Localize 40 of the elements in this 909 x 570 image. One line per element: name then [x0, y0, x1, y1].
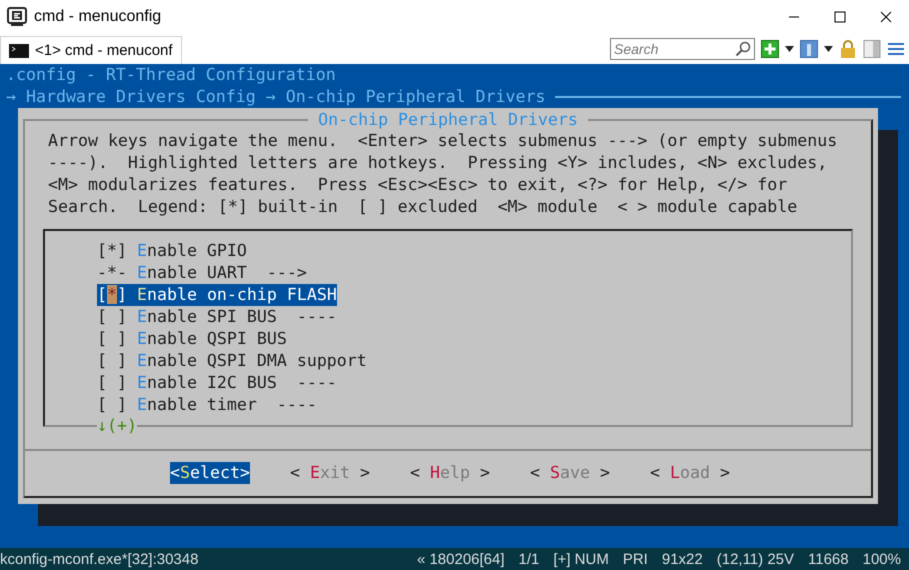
menu-item[interactable]: [ ] Enable QSPI BUS: [97, 328, 287, 350]
dialog-button[interactable]: < Exit >: [290, 462, 370, 484]
help-text: Arrow keys navigate the menu. <Enter> selects submenus ---> (or empty submenus ----). Highlighted letters are hotkeys. Pressing <Y> includes, <N> excludes, <M> modularizes features. Press <Esc><Esc> to exit, <?> for Help, </> for Search. Legend: [*] built-in [ ] excluded <M> module < > module capable: [48, 130, 838, 218]
terminal-tab[interactable]: <1> cmd - menuconf: [0, 36, 182, 64]
status-item: 100%: [862, 550, 901, 568]
menu-item[interactable]: [ ] Enable QSPI DMA support: [97, 350, 367, 372]
status-item: (12,11) 25V: [716, 550, 794, 568]
process-name: kconfig-mconf.exe*[32]:30348: [0, 550, 198, 568]
dialog-button[interactable]: < Load >: [650, 462, 730, 484]
app-icon: [7, 6, 27, 26]
breadcrumb: → Hardware Drivers Config → On-chip Peripheral Drivers: [6, 86, 546, 108]
status-item: [+] NUM: [553, 550, 609, 568]
status-item: « 180206[64]: [416, 550, 505, 568]
status-item: 11668: [808, 550, 849, 568]
menu-item[interactable]: -*- Enable UART --->: [97, 262, 307, 284]
menu-item[interactable]: [*] Enable GPIO: [97, 240, 247, 262]
menu-item[interactable]: [ ] Enable timer ----: [97, 394, 317, 416]
config-title: .config - RT-Thread Configuration: [5, 64, 337, 86]
status-item: 91x22: [662, 550, 703, 568]
console-icon: [9, 44, 29, 58]
lock-icon[interactable]: [839, 40, 857, 58]
status-item: PRI: [622, 550, 648, 568]
menu-item[interactable]: [ ] Enable I2C BUS ----: [97, 372, 337, 394]
add-icon[interactable]: [761, 40, 779, 58]
caret-icon[interactable]: [785, 46, 794, 52]
panel-icon[interactable]: [863, 40, 881, 58]
dialog-button[interactable]: < Save >: [530, 462, 610, 484]
maximize-icon[interactable]: [834, 10, 846, 22]
status-item: 1/1: [518, 550, 540, 568]
window-title: cmd - menuconfig: [34, 8, 162, 26]
menu-item[interactable]: [ ] Enable SPI BUS ----: [97, 306, 337, 328]
search-icon: [735, 40, 751, 56]
dialog-button[interactable]: < Help >: [410, 462, 490, 484]
menu-item[interactable]: [*] Enable on-chip FLASH: [97, 284, 337, 306]
caret-icon[interactable]: [824, 46, 833, 52]
search-field[interactable]: Search: [610, 38, 755, 60]
window-icon[interactable]: [800, 40, 818, 58]
dialog-button[interactable]: <Select>: [170, 462, 250, 484]
dialog-title: On-chip Peripheral Drivers: [308, 109, 588, 131]
close-icon[interactable]: [880, 10, 892, 22]
